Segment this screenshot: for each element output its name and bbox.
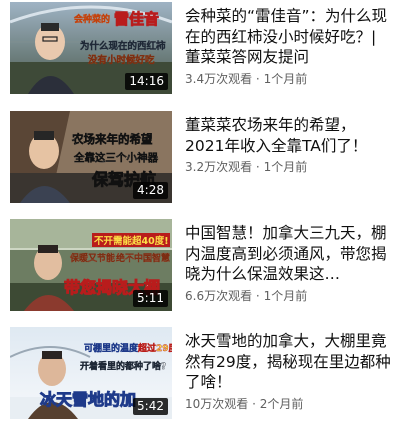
thumb-text-1b: 雷佳音: [114, 10, 159, 28]
thumb-text-2: 保暖又节能: [69, 252, 115, 264]
meta-separator: ·: [255, 71, 260, 86]
video-duration: 5:11: [133, 290, 168, 307]
video-title[interactable]: 董菜菜农场来年的希望，2021年收入全靠TA们了！: [185, 115, 393, 156]
video-duration: 14:16: [125, 73, 168, 90]
thumb-text-1: 会种菜的: [74, 13, 110, 25]
meta-separator: ·: [255, 288, 260, 303]
video-item[interactable]: 农场来年的希望 全靠这三个小神器 保驾护航 4:28 董菜菜农场来年的希望，20…: [0, 111, 402, 211]
view-count: 6.6万次观看: [185, 288, 253, 303]
thumb-text-2: 为什么现在的西红柿: [80, 40, 166, 52]
view-count: 10万次观看: [185, 396, 249, 411]
video-title[interactable]: 会种菜的“雷佳音”：为什么现在的西红柿没小时候好吃？| 董菜菜答网友提问: [185, 6, 393, 68]
video-info[interactable]: 董菜菜农场来年的希望，2021年收入全靠TA们了！ 3.2万次观看 · 1个月前: [185, 115, 393, 175]
video-meta: 10万次观看 · 2个月前: [185, 396, 393, 412]
thumb-text-2b: 绝不中国智慧: [116, 252, 170, 264]
thumb-text-1: 可棚里的温度: [84, 342, 139, 354]
thumb-text-1b: 超过29度: [137, 342, 172, 354]
video-item[interactable]: 会种菜的 雷佳音 为什么现在的西红柿 没有小时候好吃 14:16 会种菜的“雷佳…: [0, 2, 402, 102]
video-info[interactable]: 冰天雪地的加拿大，大棚里竟然有29度，揭秘现在里边都种了啥！ 10万次观看 · …: [185, 331, 393, 412]
video-thumbnail[interactable]: 可棚里的温度 超过29度 开着看里的都种了啥? 冰天雪地的加 5:42: [10, 327, 172, 419]
video-item[interactable]: 不开需能超40度! 保暖又节能 绝不中国智慧 带您揭晓大棚 5:11 中国智慧！…: [0, 219, 402, 319]
view-count: 3.2万次观看: [185, 160, 253, 174]
video-info[interactable]: 会种菜的“雷佳音”：为什么现在的西红柿没小时候好吃？| 董菜菜答网友提问 3.4…: [185, 6, 393, 87]
view-count: 3.4万次观看: [185, 71, 253, 86]
upload-age: 1个月前: [263, 160, 308, 174]
video-item[interactable]: 可棚里的温度 超过29度 开着看里的都种了啥? 冰天雪地的加 5:42 冰天雪地…: [0, 327, 402, 427]
upload-age: 1个月前: [263, 288, 308, 303]
thumb-text-3: 冰天雪地的加: [40, 390, 136, 409]
thumb-text-2: 开着看里的都种了啥?: [80, 360, 166, 372]
upload-age: 1个月前: [263, 71, 308, 86]
thumb-text-2: 全靠这三个小神器: [73, 151, 158, 164]
video-meta: 3.2万次观看 · 1个月前: [185, 159, 393, 175]
video-thumbnail[interactable]: 会种菜的 雷佳音 为什么现在的西红柿 没有小时候好吃 14:16: [10, 2, 172, 94]
meta-separator: ·: [252, 396, 256, 411]
video-thumbnail[interactable]: 不开需能超40度! 保暖又节能 绝不中国智慧 带您揭晓大棚 5:11: [10, 219, 172, 311]
video-info[interactable]: 中国智慧！加拿大三九天，棚内温度高到必须通风，带您揭晓为什么保温效果这… 6.6…: [185, 223, 393, 304]
video-duration: 5:42: [133, 398, 168, 415]
upload-age: 2个月前: [259, 396, 304, 411]
thumb-text-1: 农场来年的希望: [71, 132, 153, 146]
video-meta: 3.4万次观看 · 1个月前: [185, 71, 393, 87]
video-meta: 6.6万次观看 · 1个月前: [185, 288, 393, 304]
meta-separator: ·: [255, 160, 260, 174]
video-duration: 4:28: [133, 182, 168, 199]
video-list: 会种菜的 雷佳音 为什么现在的西红柿 没有小时候好吃 14:16 会种菜的“雷佳…: [0, 0, 402, 429]
thumb-text-3: 没有小时候好吃: [88, 54, 155, 66]
video-title[interactable]: 冰天雪地的加拿大，大棚里竟然有29度，揭秘现在里边都种了啥！: [185, 331, 393, 393]
video-title[interactable]: 中国智慧！加拿大三九天，棚内温度高到必须通风，带您揭晓为什么保温效果这…: [185, 223, 393, 285]
thumb-text-1: 不开需能超40度!: [94, 235, 169, 247]
video-thumbnail[interactable]: 农场来年的希望 全靠这三个小神器 保驾护航 4:28: [10, 111, 172, 203]
